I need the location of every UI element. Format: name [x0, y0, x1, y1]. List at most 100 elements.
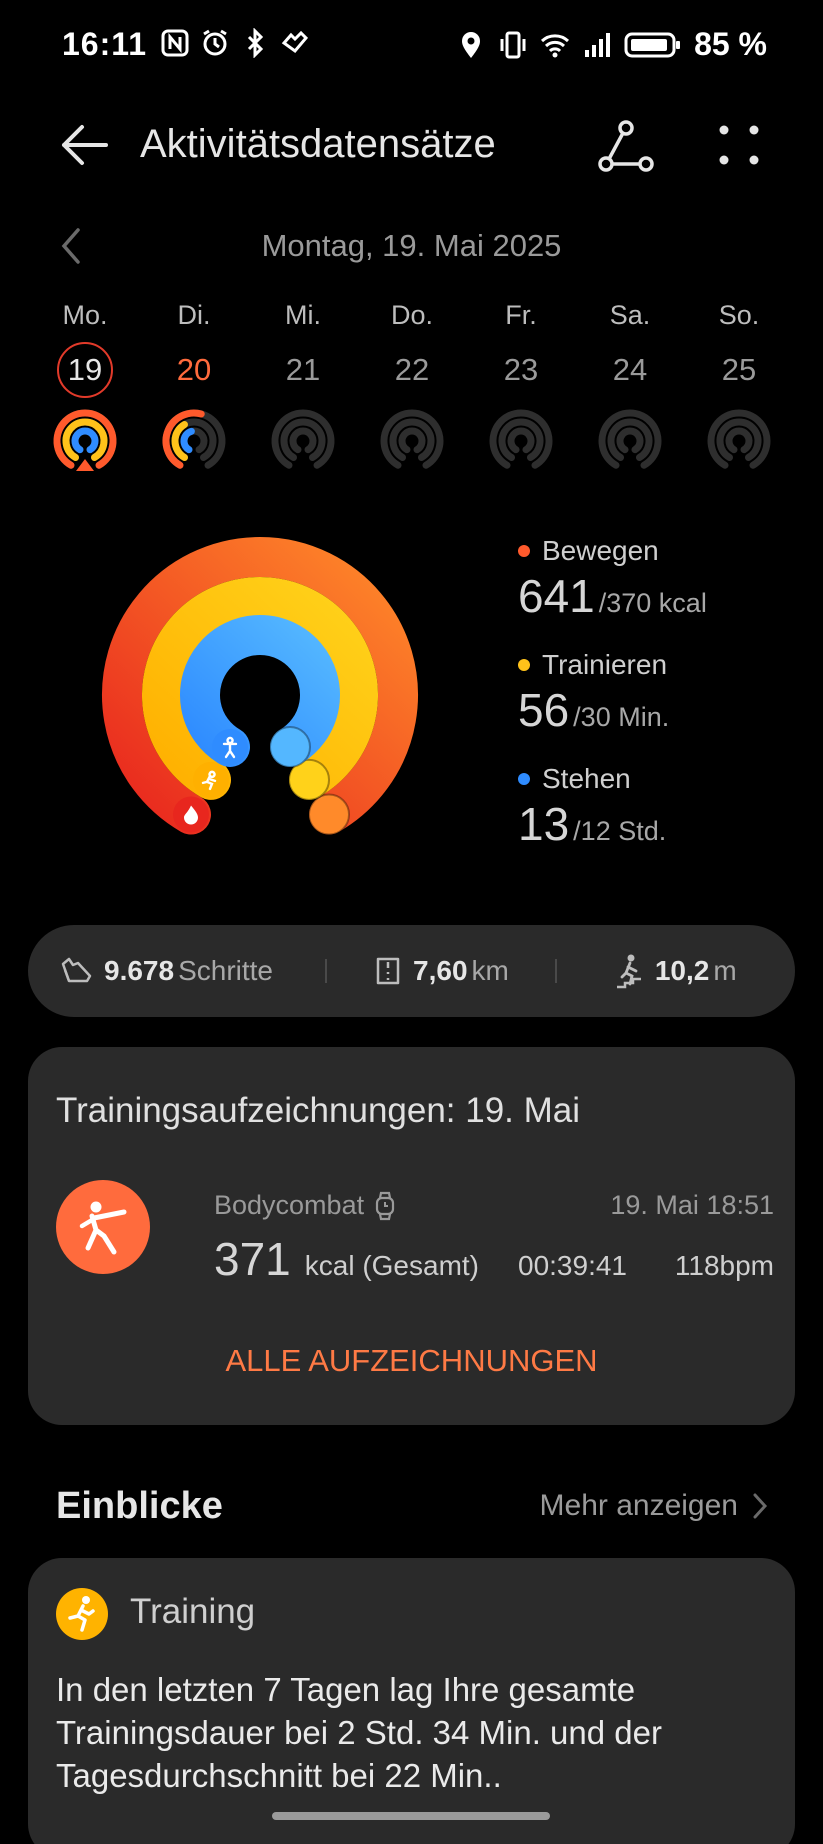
day-number: 22: [394, 352, 430, 387]
bluetooth-icon: [247, 28, 264, 58]
workout-duration: 00:39:41: [518, 1250, 627, 1281]
back-arrow-icon[interactable]: [56, 120, 112, 170]
climb-unit: m: [713, 955, 737, 986]
show-more-link[interactable]: Mehr anzeigen: [540, 1489, 768, 1523]
day-number: 21: [285, 352, 321, 387]
day-activity-ring-icon: [162, 409, 226, 469]
nfc-icon: [161, 29, 189, 57]
day-activity-ring-icon: [598, 409, 662, 469]
day-25[interactable]: So. 25: [700, 300, 778, 480]
move-goal: /370 kcal: [598, 588, 707, 618]
stand-ring-track: [398, 427, 426, 454]
day-number: 19: [57, 342, 113, 398]
stand-value: 13: [518, 798, 570, 850]
day-21[interactable]: Mi. 21: [264, 300, 342, 480]
insight-card-training[interactable]: Training In den letzten 7 Tagen lag Ihre…: [28, 1558, 795, 1844]
distance-icon: [376, 957, 400, 985]
insight-label: Training: [130, 1592, 256, 1631]
day-20[interactable]: Di. 20: [155, 300, 233, 480]
running-icon: [56, 1588, 108, 1640]
shoe-icon: [61, 957, 92, 983]
distance-value: 7,60: [413, 955, 468, 986]
day-name: Mi.: [285, 300, 321, 330]
day-number: 25: [721, 352, 757, 387]
day-number: 24: [612, 352, 648, 387]
exercise-dot: [518, 659, 530, 671]
status-right-icons: 85 %: [456, 26, 767, 63]
steps-stat: 9.678 Schritte: [60, 955, 273, 987]
day-number: 23: [503, 352, 539, 387]
insights-title: Einblicke: [56, 1485, 223, 1527]
climb-stat: 10,2 m: [615, 953, 737, 989]
stairs-climber-icon: [616, 954, 641, 989]
steps-value: 9.678: [104, 955, 175, 986]
share-icon[interactable]: [598, 118, 654, 174]
training-records-card: Trainingsaufzeichnungen: 19. Mai Bodycom…: [28, 1047, 795, 1425]
move-label: Bewegen: [542, 535, 659, 566]
chevron-right-icon: [753, 1493, 768, 1519]
day-24[interactable]: Sa. 24: [591, 300, 669, 480]
stats-divider: [554, 959, 557, 983]
insight-text: In den letzten 7 Tagen lag Ihre gesamte …: [56, 1671, 662, 1794]
legend-stand: Stehen 13/12 Std.: [518, 763, 798, 851]
workout-item[interactable]: Bodycombat 19. Mai 18:51 371 kcal (Gesam…: [56, 1180, 774, 1290]
workout-kcal-unit: kcal (Gesamt): [304, 1250, 479, 1281]
move-dot: [518, 545, 530, 557]
signal-icon: [585, 32, 611, 57]
status-time: 16:11: [62, 26, 148, 62]
battery-percent: 85 %: [694, 26, 767, 62]
day-19[interactable]: Mo. 19: [46, 300, 124, 480]
workout-kcal: 371 kcal (Gesamt): [214, 1232, 479, 1286]
status-left-icons: [160, 28, 310, 58]
vibrate-icon: [500, 31, 526, 58]
day-23[interactable]: Fr. 23: [482, 300, 560, 480]
exercise-label: Trainieren: [542, 649, 668, 680]
daily-stats-bar[interactable]: 9.678 Schritte 7,60 km 10,2 m: [28, 925, 795, 1017]
workout-heart-rate: 118bpm: [674, 1250, 774, 1281]
stand-ring-progress: [180, 427, 195, 454]
date-selector: Montag, 19. Mai 2025: [0, 222, 823, 272]
day-activity-ring-icon: [53, 409, 117, 471]
day-activity-ring-icon: [380, 409, 444, 469]
insights-header: Einblicke Mehr anzeigen: [56, 1485, 768, 1535]
distance-unit: km: [471, 955, 509, 986]
stand-goal: /12 Std.: [573, 816, 667, 846]
training-records-title: Trainingsaufzeichnungen: 19. Mai: [56, 1091, 581, 1130]
exercise-goal: /30 Min.: [573, 702, 670, 732]
day-activity-ring-icon: [489, 409, 553, 469]
home-indicator[interactable]: [272, 1812, 550, 1820]
status-bar: 16:11 85 %: [0, 0, 823, 92]
day-22[interactable]: Do. 22: [373, 300, 451, 480]
workout-date: 19. Mai 18:51: [610, 1190, 774, 1220]
climb-value: 10,2: [654, 955, 710, 986]
day-activity-ring-icon: [271, 409, 335, 469]
distance-stat: 7,60 km: [373, 955, 509, 987]
wifi-icon: [541, 33, 570, 57]
bodycombat-icon: [56, 1180, 150, 1274]
stand-label: Stehen: [542, 763, 631, 794]
activity-rings: [102, 537, 418, 836]
day-number: 20: [176, 352, 212, 387]
stand-ring-progress: [71, 427, 99, 454]
stand-ring-track: [725, 427, 753, 454]
day-activity-ring-icon: [707, 409, 771, 469]
day-name: Mo.: [62, 300, 108, 330]
page-title: Aktivitätsdatensätze: [140, 122, 496, 166]
rings-legend: Bewegen 641/370 kcal Trainieren 56/30 Mi…: [518, 535, 798, 877]
day-name: Fr.: [505, 300, 537, 330]
stand-ring-end-cap: [269, 725, 311, 768]
move-value: 641: [518, 570, 595, 622]
day-name: Do.: [390, 300, 434, 330]
day-name: Sa.: [609, 300, 651, 330]
week-strip: Mo. 19 Di. 20 Mi. 21 Do. 22 Fr. 23 Sa. 24 So. 25: [46, 300, 778, 480]
exercise-value: 56: [518, 684, 570, 736]
more-icon[interactable]: [714, 120, 764, 170]
all-records-button[interactable]: ALLE AUFZEICHNUNGEN: [28, 1343, 795, 1379]
day-name: Di.: [177, 300, 211, 330]
health-sync-icon: [281, 30, 309, 54]
alarm-icon: [203, 29, 227, 56]
stand-ring-track: [289, 427, 317, 454]
steps-unit: Schritte: [178, 955, 274, 986]
move-ring-end-cap: [308, 793, 350, 836]
workout-name: Bodycombat: [214, 1190, 365, 1220]
